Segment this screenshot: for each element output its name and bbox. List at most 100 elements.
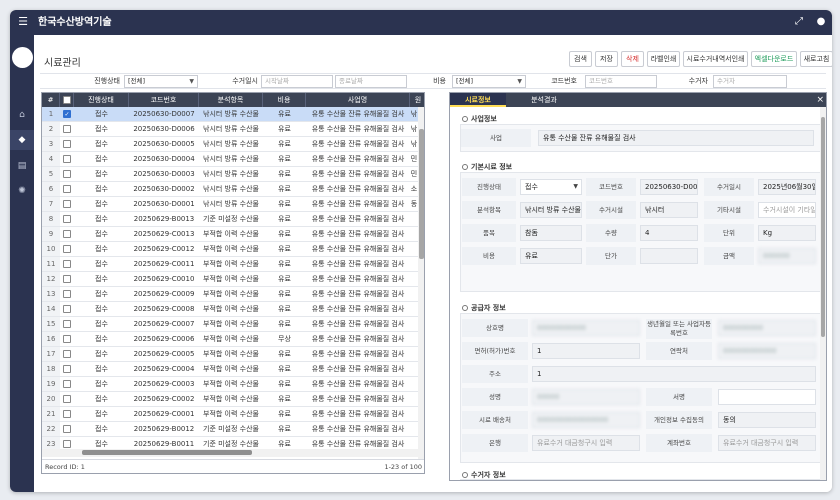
row-checkbox[interactable] [63,185,71,193]
basic-kind-value[interactable]: 참돔 [520,225,582,241]
code-filter-input[interactable]: 코드번호 [585,75,657,88]
supplier-company-value[interactable]: 00000000000 [532,320,640,336]
grid-header-status[interactable]: 진행상태 [74,93,129,107]
table-row[interactable]: 16 접수 20250629-C0006 부적합 이력 수산물 무상 유통 수산물 잔류 … [42,332,418,347]
row-checkbox[interactable] [63,125,71,133]
row-checkbox[interactable] [63,245,71,253]
table-row[interactable]: 18 접수 20250629-C0004 부적합 이력 수산물 유료 유통 수산물 잔류 … [42,362,418,377]
home-icon[interactable]: ⌂ [10,105,34,125]
table-row[interactable]: 5 접수 20250630-D0003 낚시터 방류 수산물 유료 유통 수산물 잔류 유… [42,167,418,182]
table-row[interactable]: 17 접수 20250629-C0005 부적합 이력 수산물 유료 유통 수산물 잔류 … [42,347,418,362]
scroll-thumb[interactable] [82,450,252,455]
row-checkbox[interactable] [63,275,71,283]
supplier-contact-value[interactable]: 000000000000 [718,343,816,359]
row-checkbox[interactable] [63,305,71,313]
tag-icon[interactable]: ◆ [10,130,34,150]
row-checkbox[interactable] [63,260,71,268]
scroll-thumb[interactable] [821,117,825,337]
table-row[interactable]: 22 접수 20250629-B0012 기준 미설정 수산물 유료 유통 수산물 잔류 … [42,422,418,437]
row-checkbox[interactable] [63,350,71,358]
basic-unit-value[interactable]: Kg [758,225,816,241]
fullscreen-icon[interactable]: ⤢ [792,15,806,29]
grid-header-extra[interactable]: 원 [410,93,424,107]
delete-button[interactable]: 삭제 [621,51,644,67]
label-print-button[interactable]: 라벨인쇄 [647,51,680,67]
row-checkbox[interactable] [63,290,71,298]
supplier-account-input[interactable]: 유료수거 대금청구시 입력 [718,435,816,451]
table-row[interactable]: 20 접수 20250629-C0002 부적합 이력 수산물 유료 유통 수산물 잔류 … [42,392,418,407]
tab-analysis-result[interactable]: 분석결과 [516,93,572,107]
table-row[interactable]: 9 접수 20250629-C0013 부적합 이력 수산물 유료 유통 수산물 잔류 유… [42,227,418,242]
save-button[interactable]: 저장 [595,51,618,67]
tab-sample-info[interactable]: 시료정보 [450,93,506,107]
row-checkbox[interactable] [63,215,71,223]
excel-download-button[interactable]: 엑셀다운로드 [751,51,797,67]
scroll-thumb[interactable] [419,129,424,259]
table-row[interactable]: 21 접수 20250629-C0001 부적합 이력 수산물 유료 유통 수산물 잔류 … [42,407,418,422]
table-row[interactable]: 14 접수 20250629-C0008 부적합 이력 수산물 유료 유통 수산물 잔류 … [42,302,418,317]
table-row[interactable]: 6 접수 20250630-D0002 낚시터 방류 수산물 유료 유통 수산물 잔류 유… [42,182,418,197]
supplier-name-value[interactable]: 00000 [532,389,640,405]
table-row[interactable]: 2 접수 20250630-D0006 낚시터 방류 수산물 유료 유통 수산물 잔류 유… [42,122,418,137]
search-button[interactable]: 검색 [569,51,592,67]
basic-place-value[interactable]: 낚시터 [640,202,698,218]
basic-code-value[interactable]: 20250630-D000 [640,179,698,195]
table-row[interactable]: 4 접수 20250630-D0004 낚시터 방류 수산물 유료 유통 수산물 잔류 유… [42,152,418,167]
row-checkbox[interactable] [63,140,71,148]
basic-price-value[interactable] [640,248,698,264]
row-checkbox[interactable] [63,380,71,388]
row-checkbox[interactable] [63,395,71,403]
table-row[interactable]: 7 접수 20250630-D0001 낚시터 방류 수산물 유료 유통 수산물 잔류 유… [42,197,418,212]
row-checkbox[interactable] [63,155,71,163]
table-row[interactable]: 19 접수 20250629-C0003 부적합 이력 수산물 유료 유통 수산물 잔류 … [42,377,418,392]
table-row[interactable]: 12 접수 20250629-C0010 부적합 이력 수산물 유료 유통 수산물 잔류 … [42,272,418,287]
grid-vertical-scrollbar[interactable] [418,107,424,459]
supplier-sign-value[interactable] [718,389,816,405]
row-checkbox[interactable] [63,335,71,343]
supplier-delivery-value[interactable]: 0000000000000000 [532,412,640,428]
detail-vertical-scrollbar[interactable] [820,107,826,480]
supplier-consent-value[interactable]: 동의 [718,412,816,428]
row-checkbox[interactable]: ✓ [63,110,71,118]
basic-date-value[interactable]: 2025년06월30일 [758,179,816,195]
cost-filter-select[interactable]: [전체] ▼ [452,75,526,88]
table-row[interactable]: 3 접수 20250630-D0005 낚시터 방류 수산물 유료 유통 수산물 잔류 유… [42,137,418,152]
sample-receipt-print-button[interactable]: 시료수거내역서인쇄 [683,51,748,67]
user-icon[interactable]: ● [814,15,828,29]
basic-item-value[interactable]: 낚시터 방류 수산물 [520,202,582,218]
supplier-bank-input[interactable]: 유료수거 대금청구시 입력 [532,435,640,451]
end-date-input[interactable]: 종료날짜 [335,75,407,88]
grid-header-code[interactable]: 코드번호 [129,93,199,107]
collector-filter-input[interactable]: 수거자 [713,75,787,88]
grid-header-item[interactable]: 분석항목 [199,93,263,107]
table-row[interactable]: 1 접수 20250630-D0007 낚시터 방류 수산물 유료 유통 수산물 잔류 유… [42,107,418,122]
row-checkbox[interactable] [63,425,71,433]
document-icon[interactable]: ▤ [10,156,34,176]
basic-cost-value[interactable]: 유료 [520,248,582,264]
status-filter-select[interactable]: [전체] ▼ [124,75,198,88]
basic-amount-value[interactable]: 000000 [758,248,816,264]
supplier-birth-value[interactable]: 000000000 [718,320,816,336]
table-row[interactable]: 10 접수 20250629-C0012 부적합 이력 수산물 유료 유통 수산물 잔류 … [42,242,418,257]
grid-header-project[interactable]: 사업명 [306,93,410,107]
gear-icon[interactable]: ✺ [10,181,34,201]
supplier-license-value[interactable]: 1 [532,343,640,359]
row-checkbox[interactable] [63,410,71,418]
row-checkbox[interactable] [63,200,71,208]
project-value[interactable]: 유통 수산물 잔류 유해물질 검사 [538,130,814,146]
select-all-checkbox[interactable] [63,96,71,104]
menu-icon[interactable]: ☰ [16,16,30,28]
row-checkbox[interactable] [63,440,71,448]
basic-qty-value[interactable]: 4 [640,225,698,241]
table-row[interactable]: 8 접수 20250629-B0013 기준 미설정 수산물 유료 유통 수산물 잔류 유… [42,212,418,227]
basic-other-input[interactable]: 수거시설이 기타일경 [758,202,816,218]
row-checkbox[interactable] [63,320,71,328]
row-checkbox[interactable] [63,230,71,238]
grid-header-checkbox[interactable] [60,93,74,107]
close-icon[interactable]: × [816,93,824,107]
table-row[interactable]: 13 접수 20250629-C0009 부적합 이력 수산물 유료 유통 수산물 잔류 … [42,287,418,302]
refresh-button[interactable]: 새로고침 [800,51,832,67]
table-row[interactable]: 11 접수 20250629-C0011 부적합 이력 수산물 유료 유통 수산물 잔류 … [42,257,418,272]
basic-status-select[interactable]: 접수 ▼ [520,179,582,195]
avatar[interactable] [12,47,33,68]
